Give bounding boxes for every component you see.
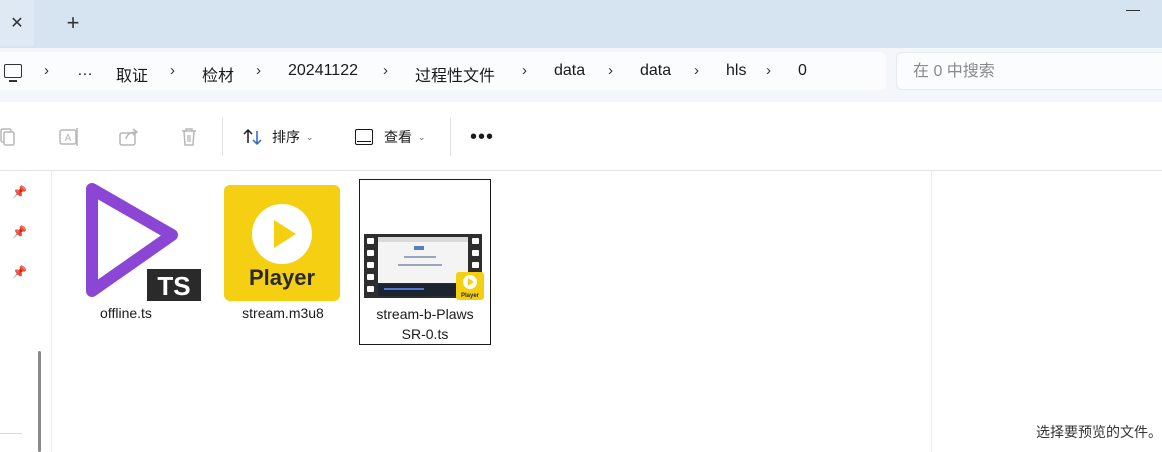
chevron-right-icon[interactable]: › bbox=[256, 62, 261, 79]
chevron-down-icon: ⌄ bbox=[418, 131, 426, 142]
view-button[interactable]: 查看 ⌄ bbox=[355, 124, 426, 150]
file-item[interactable]: TS offline.ts bbox=[60, 179, 201, 345]
ts-badge: TS bbox=[157, 271, 190, 301]
this-pc-icon[interactable] bbox=[4, 64, 22, 82]
new-tab-button[interactable]: + bbox=[58, 8, 88, 38]
preview-pane-divider[interactable] bbox=[931, 171, 932, 452]
sort-icon bbox=[242, 126, 264, 148]
copy-icon[interactable] bbox=[0, 126, 18, 148]
svg-text:A: A bbox=[65, 133, 72, 144]
toolbar-divider bbox=[222, 118, 223, 156]
address-row: › … 取证 › 检材 › 20241122 › 过程性文件 › data › … bbox=[0, 48, 1162, 102]
chevron-right-icon[interactable]: › bbox=[383, 62, 388, 79]
video-play-ts-icon: TS bbox=[86, 183, 201, 301]
toolbar-divider bbox=[450, 118, 451, 156]
view-label: 查看 bbox=[384, 129, 412, 145]
pin-icon[interactable]: 📌 bbox=[12, 185, 27, 199]
command-bar: A 排序 ⌄ 查看 ⌄ ••• bbox=[0, 102, 1162, 171]
sort-label: 排序 bbox=[272, 129, 300, 145]
player-app-icon: Player bbox=[224, 185, 340, 301]
file-name-line: SR-0.ts bbox=[401, 326, 449, 342]
chevron-right-icon[interactable]: › bbox=[170, 62, 175, 79]
file-list: TS offline.ts Player stream.m3u8 Player … bbox=[52, 171, 932, 452]
breadcrumb-item[interactable]: hls bbox=[726, 62, 746, 80]
chevron-right-icon[interactable]: › bbox=[694, 62, 699, 79]
navigation-pane: 📌 📌 📌 bbox=[0, 171, 52, 452]
chevron-down-icon: ⌄ bbox=[306, 131, 314, 142]
search-input[interactable] bbox=[913, 61, 1143, 83]
nav-scrollbar[interactable] bbox=[38, 351, 41, 452]
tab-bar: ✕ + bbox=[0, 0, 1162, 48]
player-label: Player bbox=[249, 265, 315, 290]
breadcrumb-item[interactable]: 过程性文件 bbox=[415, 62, 495, 86]
rename-icon[interactable]: A bbox=[58, 126, 80, 148]
minimize-icon[interactable] bbox=[1126, 10, 1140, 11]
share-icon[interactable] bbox=[118, 126, 140, 148]
close-tab-icon[interactable]: ✕ bbox=[0, 0, 34, 46]
breadcrumb-item[interactable]: 20241122 bbox=[288, 62, 358, 80]
chevron-right-icon[interactable]: › bbox=[522, 62, 527, 79]
file-name-line: stream-b-Plaws bbox=[376, 306, 474, 322]
nav-divider bbox=[0, 433, 22, 434]
file-name: offline.ts bbox=[100, 305, 152, 321]
more-options-button[interactable]: ••• bbox=[470, 126, 494, 149]
delete-icon[interactable] bbox=[178, 126, 200, 148]
file-name: stream-b-Plaws SR-0.ts bbox=[360, 304, 490, 344]
view-icon bbox=[355, 129, 373, 145]
file-name: stream.m3u8 bbox=[242, 305, 324, 321]
chevron-right-icon[interactable]: › bbox=[608, 62, 613, 79]
search-box[interactable] bbox=[896, 52, 1162, 90]
breadcrumb-item[interactable]: data bbox=[554, 62, 585, 80]
chevron-right-icon[interactable]: › bbox=[766, 62, 771, 79]
breadcrumb-item[interactable]: 取证 bbox=[116, 62, 148, 86]
player-label: Player bbox=[461, 293, 480, 299]
pin-icon[interactable]: 📌 bbox=[12, 225, 27, 239]
video-thumbnail-icon: Player bbox=[364, 234, 484, 300]
breadcrumb-item[interactable]: data bbox=[640, 62, 671, 80]
file-item[interactable]: Player stream.m3u8 bbox=[217, 179, 349, 345]
pin-icon[interactable]: 📌 bbox=[12, 265, 27, 279]
breadcrumb-overflow[interactable]: … bbox=[77, 62, 93, 80]
preview-pane-message: 选择要预览的文件。 bbox=[1036, 424, 1162, 440]
breadcrumb[interactable]: › … 取证 › 检材 › 20241122 › 过程性文件 › data › … bbox=[0, 52, 886, 90]
chevron-right-icon[interactable]: › bbox=[44, 62, 49, 79]
file-item-selected[interactable]: Player stream-b-Plaws SR-0.ts bbox=[359, 179, 491, 345]
breadcrumb-item[interactable]: 检材 bbox=[202, 62, 234, 86]
sort-button[interactable]: 排序 ⌄ bbox=[242, 124, 314, 150]
breadcrumb-item-current[interactable]: 0 bbox=[798, 62, 807, 80]
